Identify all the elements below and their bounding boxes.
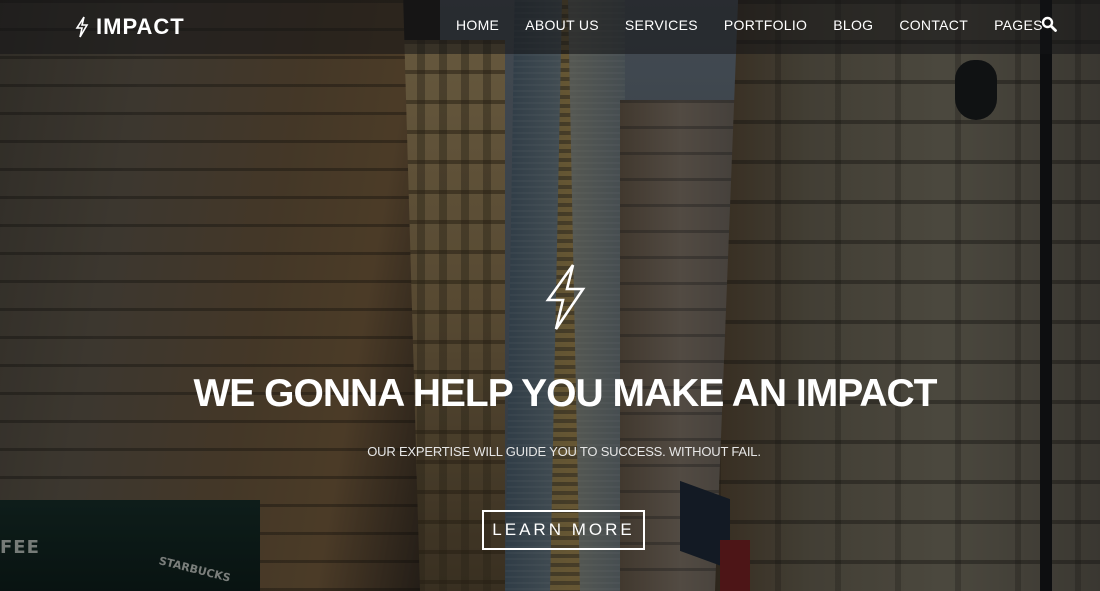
nav-item-home[interactable]: HOME (456, 17, 499, 33)
nav-item-blog[interactable]: BLOG (833, 17, 873, 33)
hero-subtitle: OUR EXPERTISE WILL GUIDE YOU TO SUCCESS.… (367, 444, 761, 459)
site-header: IMPACT HOME ABOUT US SERVICES PORTFOLIO … (0, 0, 1100, 54)
nav-item-services[interactable]: SERVICES (625, 17, 698, 33)
nav-item-portfolio[interactable]: PORTFOLIO (724, 17, 807, 33)
logo-text: IMPACT (96, 14, 185, 39)
main-nav: HOME ABOUT US SERVICES PORTFOLIO BLOG CO… (456, 17, 1069, 33)
hero-title: WE GONNA HELP YOU MAKE AN IMPACT (193, 372, 938, 415)
logo[interactable]: IMPACT (74, 14, 185, 40)
lightning-bolt-icon (75, 16, 89, 38)
learn-more-button[interactable]: LEARN MORE (482, 510, 645, 550)
nav-item-pages[interactable]: PAGES (994, 17, 1043, 33)
search-icon[interactable] (1041, 16, 1057, 32)
nav-item-about-us[interactable]: ABOUT US (525, 17, 599, 33)
lightning-bolt-icon (545, 264, 586, 330)
nav-item-contact[interactable]: CONTACT (899, 17, 968, 33)
